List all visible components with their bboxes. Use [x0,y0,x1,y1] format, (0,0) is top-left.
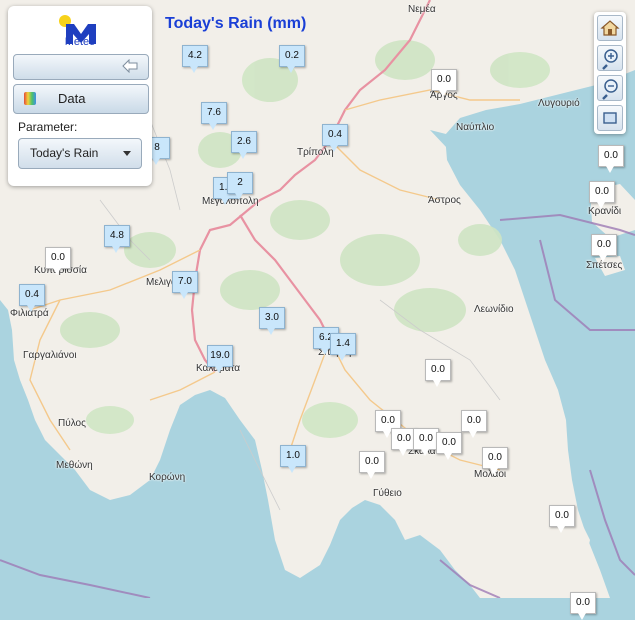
place-label: Λυγουριό [538,98,580,109]
place-label: Κορώνη [149,472,186,483]
place-label: Ναύπλιο [456,122,495,133]
rain-station-marker[interactable]: 0.0 [598,145,624,173]
rain-station-marker[interactable]: 0.0 [425,359,451,387]
color-scale-icon [24,92,36,105]
parameter-select[interactable]: Today's Rain [18,138,142,169]
rain-station-marker[interactable]: 2 [227,172,253,200]
rain-station-marker[interactable]: 0.0 [45,247,71,275]
place-label: Πύλος [58,418,86,429]
zoom-out-button[interactable] [597,75,623,101]
home-icon [600,20,620,36]
rain-station-marker[interactable]: 0.2 [279,45,305,73]
place-label: Άστρος [428,195,461,206]
rain-station-marker[interactable]: 0.0 [482,447,508,475]
place-label: Μεθώνη [56,460,93,471]
zoom-in-button[interactable] [597,45,623,71]
rain-station-marker[interactable]: 4.8 [104,225,130,253]
collapse-panel-button[interactable] [13,54,149,80]
map-tools [594,12,626,134]
rain-station-marker[interactable]: 0.0 [461,410,487,438]
home-button[interactable] [597,15,623,41]
map-title: Today's Rain (mm) [165,15,307,32]
place-label: Τρίπολη [297,147,334,158]
rain-station-marker[interactable]: 0.4 [19,284,45,312]
place-label: Λεωνίδιο [474,304,514,315]
control-panel: Meteo Data Parameter: Today's Rain [8,6,152,186]
data-button[interactable]: Data [13,84,149,114]
rain-station-marker[interactable]: 0.0 [431,69,457,97]
rain-station-marker[interactable]: 0.0 [591,234,617,262]
rain-station-marker[interactable]: 3.0 [259,307,285,335]
place-label: Γύθειο [373,488,402,499]
zoom-in-icon [602,49,618,70]
rain-station-marker[interactable]: 0.0 [570,592,596,620]
rain-station-marker[interactable]: 1.4 [330,333,356,361]
arrow-left-icon [122,59,138,73]
parameter-label: Parameter: [18,120,78,134]
rain-station-marker[interactable]: 1.0 [280,445,306,473]
rain-station-marker[interactable]: 0.0 [589,181,615,209]
rain-station-marker[interactable]: 19.0 [207,345,233,373]
rain-station-marker[interactable]: 0.0 [359,451,385,479]
zoom-out-icon [602,79,618,100]
rain-station-marker[interactable]: 7.6 [201,102,227,130]
rain-station-marker[interactable]: 7.0 [172,271,198,299]
rain-station-marker[interactable]: 0.0 [436,432,462,460]
place-label: Γαργαλιάνοι [23,350,77,361]
logo-text: Meteo [64,36,96,48]
data-button-label: Data [58,91,86,106]
place-label: Νεμέα [408,4,436,15]
rain-station-marker[interactable]: 4.2 [182,45,208,73]
fit-extent-button[interactable] [597,105,623,131]
rain-station-marker[interactable]: 0.4 [322,124,348,152]
parameter-select-value: Today's Rain [30,146,99,160]
rain-station-marker[interactable]: 2.6 [231,131,257,159]
rain-station-marker[interactable]: 0.0 [549,505,575,533]
fit-extent-icon [603,112,617,124]
chevron-down-icon [123,151,131,156]
